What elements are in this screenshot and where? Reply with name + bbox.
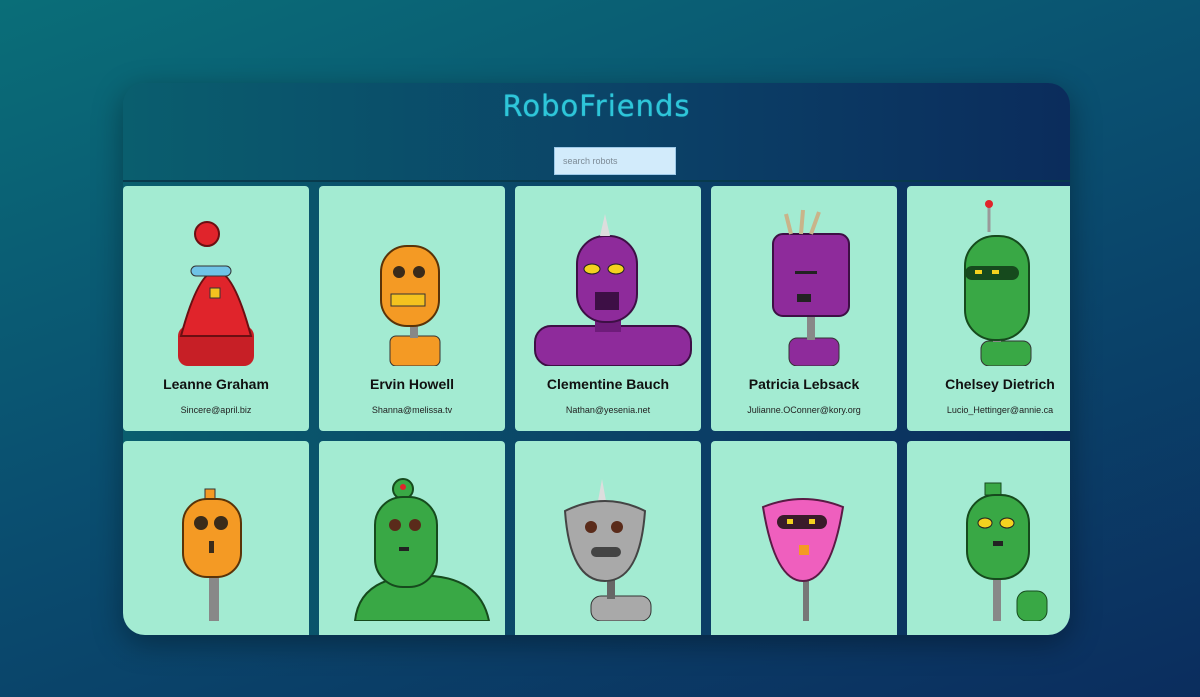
robot-name: Leanne Graham bbox=[163, 376, 269, 392]
robot-avatar-image bbox=[353, 478, 491, 621]
robot-avatar-image bbox=[182, 488, 242, 621]
robot-email: Nathan@yesenia.net bbox=[565, 405, 651, 415]
robot-avatar-image bbox=[534, 214, 692, 366]
robot-card-list: Leanne Graham Sincere@april.biz Ervin Ho… bbox=[123, 186, 1070, 635]
robot-avatar-image bbox=[964, 200, 1032, 366]
robot-card[interactable] bbox=[907, 441, 1070, 635]
search-input[interactable] bbox=[554, 147, 676, 175]
app-header: RoboFriends bbox=[123, 83, 1070, 182]
app-title: RoboFriends bbox=[502, 89, 691, 123]
robot-email: Sincere@april.biz bbox=[180, 405, 252, 415]
robot-email: Shanna@melissa.tv bbox=[371, 405, 453, 415]
robot-name: Patricia Lebsack bbox=[748, 376, 860, 392]
robot-card[interactable]: Leanne Graham Sincere@april.biz bbox=[123, 186, 309, 431]
robot-card[interactable]: Clementine Bauch Nathan@yesenia.net bbox=[515, 186, 701, 431]
robot-card[interactable]: Patricia Lebsack Julianne.OConner@kory.o… bbox=[711, 186, 897, 431]
robot-card[interactable] bbox=[515, 441, 701, 635]
robot-card[interactable]: Chelsey Dietrich Lucio_Hettinger@annie.c… bbox=[907, 186, 1070, 431]
robot-name: Clementine Bauch bbox=[546, 376, 670, 392]
robot-name: Chelsey Dietrich bbox=[945, 376, 1055, 392]
robot-name: Ervin Howell bbox=[369, 376, 455, 392]
robot-email: Julianne.OConner@kory.org bbox=[747, 405, 861, 415]
robot-card[interactable] bbox=[319, 441, 505, 635]
robot-avatar-image bbox=[563, 479, 652, 621]
robot-avatar-image bbox=[380, 245, 441, 366]
robot-card[interactable]: Ervin Howell Shanna@melissa.tv bbox=[319, 186, 505, 431]
robot-card[interactable] bbox=[123, 441, 309, 635]
robot-card[interactable] bbox=[711, 441, 897, 635]
robot-avatar-image bbox=[966, 482, 1048, 621]
robot-avatar-image bbox=[178, 221, 254, 366]
app-container: RoboFriends Leanne Graham Sincere@april.… bbox=[123, 83, 1070, 635]
robot-email: Lucio_Hettinger@annie.ca bbox=[946, 405, 1054, 415]
robot-avatar-image bbox=[761, 498, 845, 621]
robot-avatar-image bbox=[772, 209, 850, 366]
